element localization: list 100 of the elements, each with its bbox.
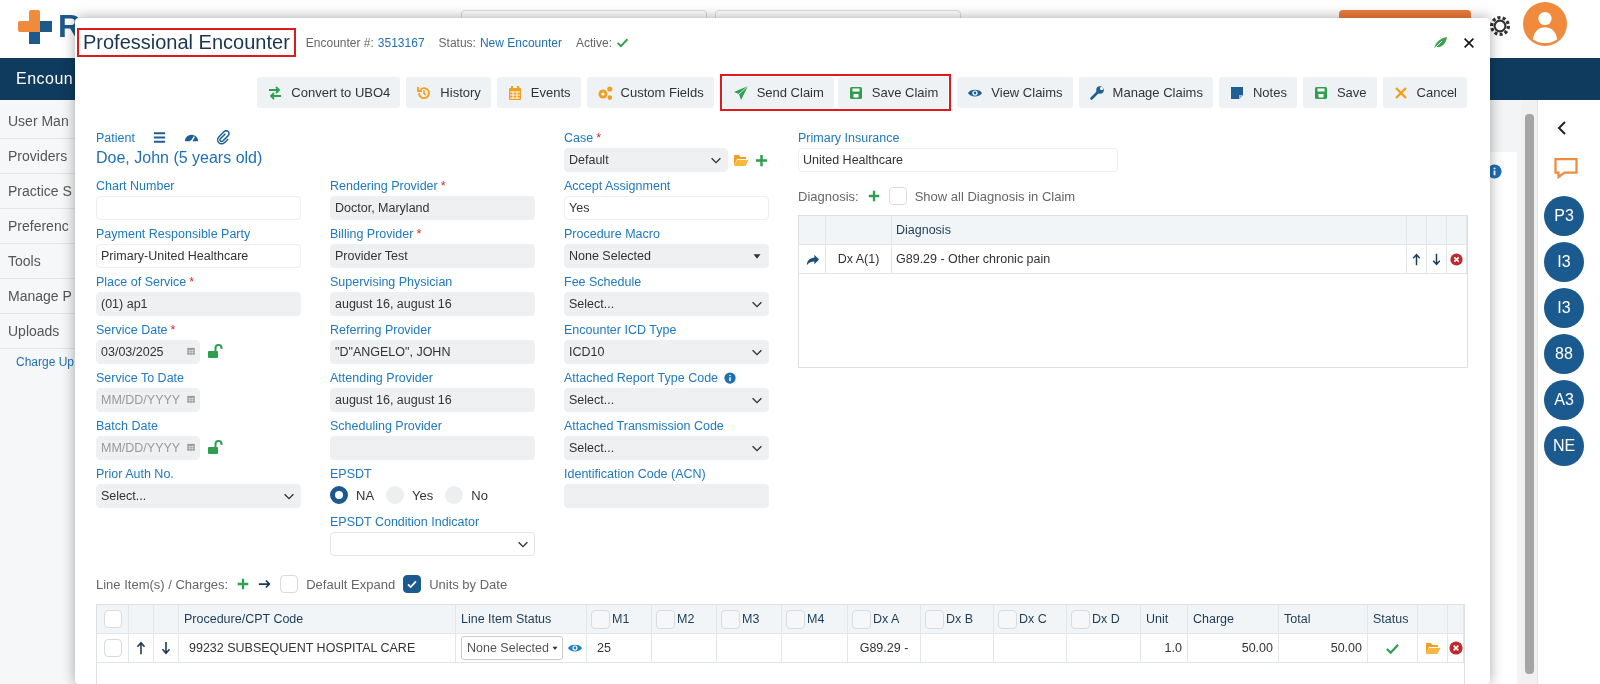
- arrow-up-icon[interactable]: [1410, 252, 1423, 266]
- toolbar-button[interactable]: Cancel: [1382, 77, 1467, 108]
- user-badge[interactable]: NE: [1544, 426, 1584, 466]
- column-header: Status: [1373, 612, 1409, 626]
- field-label: Referring Provider: [330, 322, 432, 337]
- swap-arrows-icon: [267, 84, 284, 101]
- wrench-icon: [1088, 84, 1105, 101]
- text-field[interactable]: august 16, august 16: [330, 388, 535, 412]
- required-mark: *: [596, 130, 602, 145]
- unlocked-padlock-icon[interactable]: [207, 343, 223, 359]
- status-dropdown[interactable]: None Selected: [461, 636, 563, 660]
- checkbox-label: Show all Diagnosis in Claim: [914, 188, 1076, 204]
- field-label: Batch Date: [96, 418, 158, 433]
- toolbar-button[interactable]: Send Claim: [722, 77, 834, 108]
- text-field[interactable]: "D"ANGELO", JOHN: [330, 340, 535, 364]
- toolbar-button[interactable]: History: [406, 77, 491, 108]
- table-cell: 25: [597, 641, 611, 655]
- select-field[interactable]: None Selected: [564, 244, 769, 268]
- toolbar-button[interactable]: Manage Claims: [1078, 77, 1213, 108]
- toolbar-button[interactable]: Convert to UBO4: [257, 77, 401, 108]
- info-icon[interactable]: [724, 371, 737, 384]
- arrow-right-icon[interactable]: [258, 577, 273, 591]
- user-badge[interactable]: P3: [1544, 196, 1584, 236]
- field-label: Rendering Provider: [330, 178, 438, 193]
- plus-icon[interactable]: [236, 577, 251, 591]
- patient-name[interactable]: Doe, John (5 years old): [96, 149, 301, 167]
- field-label: Prior Auth No.: [96, 466, 174, 481]
- radio-button[interactable]: [330, 486, 348, 504]
- column-header: M2: [677, 612, 695, 626]
- unlocked-padlock-icon[interactable]: [207, 439, 223, 455]
- arrow-down-icon[interactable]: [1430, 252, 1443, 266]
- text-field[interactable]: Provider Test: [330, 244, 535, 268]
- table-cell: 50.00: [1330, 641, 1362, 655]
- text-field[interactable]: august 16, august 16: [330, 292, 535, 316]
- close-icon[interactable]: [1462, 35, 1476, 50]
- field-label: Primary Insurance: [798, 130, 900, 145]
- select-field[interactable]: [330, 532, 535, 556]
- arrow-down-icon[interactable]: [159, 641, 173, 655]
- toolbar-button[interactable]: Save: [1302, 77, 1377, 108]
- table-cell: Dx A(1): [826, 245, 892, 273]
- column-header: Dx C: [1019, 612, 1047, 626]
- toolbar-button[interactable]: Notes: [1218, 77, 1297, 108]
- column-header: Charge: [1193, 612, 1234, 626]
- field-label: Attached Report Type Code: [564, 370, 719, 385]
- field-label: Supervising Physician: [330, 274, 453, 289]
- scrollbar-thumb[interactable]: [1524, 114, 1534, 674]
- required-mark: *: [440, 178, 446, 193]
- field-label: EPSDT: [330, 466, 372, 481]
- select-field[interactable]: Select...: [96, 484, 301, 508]
- select-field[interactable]: Select...: [564, 436, 769, 460]
- calendar-icon: [186, 346, 196, 356]
- folder-icon[interactable]: [733, 152, 749, 168]
- field-label: Fee Schedule: [564, 274, 642, 289]
- meta-label: Status:: [438, 35, 476, 50]
- table-cell: G89.29 - Other chronic pain: [892, 245, 1407, 273]
- section-label: Line Item(s) / Charges:: [96, 576, 229, 592]
- text-field[interactable]: Primary-United Healthcare: [96, 244, 301, 268]
- arrow-up-icon[interactable]: [134, 641, 148, 655]
- date-field[interactable]: MM/DD/YYYY: [96, 388, 200, 412]
- column-header: Dx A: [873, 612, 900, 626]
- select-field[interactable]: Select...: [564, 388, 769, 412]
- toolbar-button[interactable]: Custom Fields: [586, 77, 714, 108]
- table-cell: 1.0: [1164, 641, 1182, 655]
- menu-icon[interactable]: [151, 130, 167, 145]
- chat-bubble-icon[interactable]: [1554, 156, 1578, 180]
- settings-icon[interactable]: [1488, 14, 1513, 38]
- table-cell: G89.29 -: [859, 641, 909, 655]
- sidebar-item[interactable]: Charge Up: [0, 349, 75, 375]
- remove-icon[interactable]: [1450, 252, 1463, 266]
- text-field[interactable]: Yes: [564, 196, 769, 220]
- required-mark: *: [170, 322, 176, 337]
- column-header: Diagnosis: [892, 216, 1407, 244]
- checkbox[interactable]: [403, 575, 422, 593]
- folder-icon[interactable]: [1424, 640, 1441, 656]
- note-icon: [1228, 84, 1245, 101]
- date-field[interactable]: MM/DD/YYYY: [96, 436, 200, 460]
- checkbox-label: Units by Date: [429, 576, 508, 592]
- user-badge[interactable]: A3: [1544, 380, 1584, 420]
- leaf-icon[interactable]: [1432, 34, 1448, 51]
- date-field[interactable]: 03/03/2025: [96, 340, 200, 364]
- remove-icon[interactable]: [1448, 641, 1463, 655]
- avatar-icon: [1523, 2, 1568, 46]
- select-field[interactable]: Default: [564, 148, 728, 172]
- toolbar-button[interactable]: Events: [496, 77, 581, 108]
- user-badge[interactable]: I3: [1544, 242, 1584, 282]
- text-field[interactable]: (01) ap1: [96, 292, 301, 316]
- toolbar-button[interactable]: Save Claim: [837, 77, 949, 108]
- paperclip-icon[interactable]: [215, 130, 231, 145]
- select-field[interactable]: ICD10: [564, 340, 769, 364]
- plus-icon[interactable]: [866, 189, 881, 203]
- field-label: Accept Assignment: [564, 178, 671, 193]
- text-field[interactable]: Doctor, Maryland: [330, 196, 535, 220]
- user-badge[interactable]: I3: [1544, 288, 1584, 328]
- plus-icon[interactable]: [754, 152, 769, 168]
- meta-label: Encounter #:: [305, 35, 374, 50]
- user-badge[interactable]: 88: [1544, 334, 1584, 374]
- field-label: Scheduling Provider: [330, 418, 442, 433]
- text-field[interactable]: United Healthcare: [798, 148, 1118, 172]
- select-field[interactable]: Select...: [564, 292, 769, 316]
- toolbar-button[interactable]: View Claims: [957, 77, 1073, 108]
